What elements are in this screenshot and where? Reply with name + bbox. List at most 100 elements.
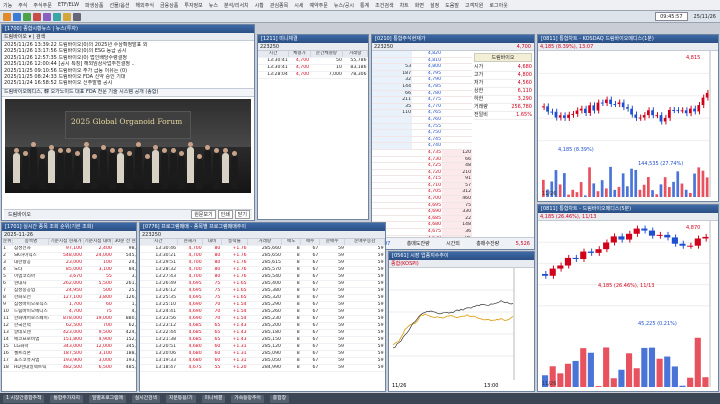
bid-row[interactable]: 4,705 312 xyxy=(372,188,472,197)
program-code[interactable]: 223250 xyxy=(142,232,161,238)
news-row[interactable]: 2025/11/24 16:58:52 드림바이오 신주발행 공시 xyxy=(4,80,252,86)
mini-exec-title[interactable]: [1211] 미니체결 xyxy=(258,35,368,43)
market-trend-chart[interactable]: 11/26 13:00 xyxy=(389,268,534,390)
menu-item[interactable]: 도움말 xyxy=(445,2,459,9)
menu-item[interactable]: 기능 xyxy=(3,2,12,9)
ranking-date[interactable]: 2025-11-26 xyxy=(4,232,33,238)
rank-row[interactable]: 17포스코퓨처엠193,9003,000193,5001.57 xyxy=(2,357,136,365)
program-row[interactable]: 13:18:47 4,675 55 +1.20 284,990 8 67 59 59 xyxy=(140,364,385,372)
rank-row[interactable]: 10드림바이오메디스4,700754,6901.65 xyxy=(2,308,136,316)
taskbar-item[interactable]: 일별프로그램매 xyxy=(88,394,126,403)
ask-row[interactable]: 4,740 xyxy=(372,142,472,150)
program-row[interactable]: 13:30:46 4,700 80 +1.76 285,660 8 67 59 59 xyxy=(140,245,385,253)
taskbar-item[interactable]: 미니체결 xyxy=(201,394,226,403)
rank-row[interactable]: 6현대차262,0005,500261,0002.14 xyxy=(2,280,136,288)
program-row[interactable]: 13:23:12 4,685 65 +1.43 285,200 8 67 59 59 xyxy=(140,322,385,330)
menu-item[interactable]: 설정 xyxy=(430,2,439,9)
candle-chart-1min[interactable]: 4,815 4,185 (8.39%) 144,535 (27.74%) 11/26 xyxy=(538,51,718,199)
chart-icon[interactable] xyxy=(13,12,21,21)
rank-row[interactable]: 2SK하이닉스548,00024,000545,0004.39 xyxy=(2,252,136,260)
menu-item[interactable]: ETF/ELW xyxy=(58,2,79,8)
chart-1min-title[interactable]: [0811] 통합차트 - KOSDAQ 드림바이오메디스(1분) xyxy=(538,35,718,43)
order-icon[interactable] xyxy=(23,12,31,21)
menu-item[interactable]: 뉴스/공시 xyxy=(334,2,354,9)
close-button[interactable]: 닫기 xyxy=(234,210,250,219)
program-row[interactable]: 13:22:44 4,685 65 +1.43 285,180 8 67 59 59 xyxy=(140,329,385,337)
menu-item[interactable]: 시세 xyxy=(294,2,303,9)
rank-row[interactable]: 9삼성바이오로직스1,700601,7203.65 xyxy=(2,301,136,309)
menu-item[interactable]: 예약주문 xyxy=(309,2,327,9)
menu-item[interactable]: 뉴스 xyxy=(209,2,218,9)
ask-row[interactable]: 211 4,775 xyxy=(372,96,472,104)
menu-item[interactable]: 주식주문 xyxy=(33,2,51,9)
ranking-title[interactable]: [1701] 실시간 종목 조회 순위(기본 조회) xyxy=(2,223,136,231)
ask-row[interactable]: 35 4,770 xyxy=(372,103,472,111)
bid-row[interactable]: 4,680 148 xyxy=(372,221,472,230)
rank-row[interactable]: 4노타85,0003,10084,8003.78 xyxy=(2,266,136,274)
program-row[interactable]: 13:29:51 4,700 80 +1.76 285,615 8 67 59 59 xyxy=(140,259,385,267)
rank-row[interactable]: 13알테오젠423,0009,500424,5002.29 xyxy=(2,329,136,337)
bid-row[interactable]: 4,725 48 xyxy=(372,162,472,170)
bid-row[interactable]: 4,675 36 xyxy=(372,228,472,236)
ask-row[interactable]: 53 4,800 xyxy=(372,63,472,71)
candle-chart-5min[interactable]: 4,870 4,185 (26.46%), 11/13 45,225 (0.21%)… xyxy=(538,221,718,389)
exec-row[interactable]: 13:30:41 4,700 10 83,186 xyxy=(258,64,368,72)
program-row[interactable]: 13:30:21 4,700 80 +1.76 285,650 8 67 59 59 xyxy=(140,252,385,260)
menu-item[interactable]: 분석/리서치 xyxy=(224,2,249,9)
news-icon[interactable] xyxy=(33,12,41,21)
taskbar-item[interactable]: 지분등용/기 xyxy=(165,394,196,403)
menu-item[interactable]: 선물/옵션 xyxy=(109,2,129,9)
program-row[interactable]: 13:23:56 4,690 70 +1.54 285,230 8 67 59 59 xyxy=(140,315,385,323)
exec-row[interactable]: 13:28:04 4,700 7,000 78,306 xyxy=(258,71,368,79)
bid-row[interactable]: 4,695 75 xyxy=(372,202,472,210)
bid-row[interactable]: 4,690 330 xyxy=(372,208,472,216)
chart-5min-title[interactable]: [0811] 통합차트 - 드림바이오메디스(5분) xyxy=(538,205,718,213)
rank-row[interactable]: 3대한항공23,00010024,0000.43 xyxy=(2,259,136,267)
menu-item[interactable]: 차트 xyxy=(400,2,409,9)
ask-row[interactable]: 32 4,790 xyxy=(372,76,472,84)
bid-row[interactable]: 4,715 91 xyxy=(372,175,472,183)
rank-row[interactable]: 1삼성전자97,1002,40098,0002.54 xyxy=(2,245,136,253)
menu-item[interactable]: 로그아웃 xyxy=(489,2,507,9)
program-row[interactable]: 13:25:35 4,695 75 +1.65 285,320 8 67 59 59 xyxy=(140,294,385,302)
bid-row[interactable]: 4,700 460 xyxy=(372,195,472,203)
settings-icon[interactable] xyxy=(63,12,71,21)
rank-row[interactable]: 8한화오션127,1003,800126,9003.08 xyxy=(2,294,136,302)
bid-row[interactable]: 4,730 66 xyxy=(372,156,472,164)
taskbar-item[interactable]: 가속동망추이 xyxy=(231,394,264,403)
menu-item[interactable]: 고객지원 xyxy=(465,2,483,9)
stock-code-input[interactable]: 223250 xyxy=(260,44,279,50)
ask-row[interactable]: 4,810 xyxy=(372,57,472,65)
program-row[interactable]: 13:26:12 4,695 75 +1.65 285,380 8 67 59 59 xyxy=(140,287,385,295)
rank-row[interactable]: 12한국전력62,50070062,6001.13 xyxy=(2,322,136,330)
taskbar-item[interactable]: 실시간검색 xyxy=(131,394,160,403)
ask-row[interactable]: 4,760 xyxy=(372,116,472,124)
menu-item[interactable]: 통계 xyxy=(360,2,369,9)
rank-row[interactable]: 16셀트리온187,5003,100188,0001.68 xyxy=(2,350,136,358)
taskbar-item[interactable]: 통합주가자지 xyxy=(50,394,83,403)
program-row[interactable]: 13:20:06 4,680 60 +1.31 285,090 8 67 59 59 xyxy=(140,350,385,358)
program-row[interactable]: 13:20:51 4,680 60 +1.31 285,120 8 67 59 59 xyxy=(140,343,385,351)
menu-item[interactable]: 파생상품 xyxy=(85,2,103,9)
menu-item[interactable]: 시황 xyxy=(255,2,264,9)
menu-item[interactable]: 관심종목 xyxy=(270,2,288,9)
news-title-bar[interactable]: [1700] 종합시황뉴스 | 뉴스(투자) xyxy=(2,25,254,33)
bid-row[interactable]: 4,720 210 xyxy=(372,169,472,177)
rank-row[interactable]: 7삼성중공업24,95050025,1002.04 xyxy=(2,287,136,295)
print-button[interactable]: 인쇄 xyxy=(217,210,233,219)
ask-row[interactable]: 4,750 xyxy=(372,129,472,137)
menu-item[interactable]: 해외주식 xyxy=(136,2,154,9)
rank-row[interactable]: 5이엠코리아3,670553,6801.52 xyxy=(2,273,136,281)
program-row[interactable]: 13:21:38 4,685 65 +1.43 285,150 8 67 59 59 xyxy=(140,336,385,344)
rank-row[interactable]: 11한화에어로스페이스878,00019,000880,0002.21 xyxy=(2,315,136,323)
rank-row[interactable]: 15LG화학343,00012,000345,0003.63 xyxy=(2,343,136,351)
ask-row[interactable]: 66 4,780 xyxy=(372,90,472,98)
view-original-button[interactable]: 원문보기 xyxy=(191,210,216,219)
program-title[interactable]: [0776] 프로그램매매 - 종목별 프로그램매매추이 xyxy=(140,223,385,231)
menu-item[interactable]: 화면 xyxy=(415,2,424,9)
orderbook-code[interactable]: 223250 xyxy=(374,43,393,50)
menu-item[interactable]: 금융상품 xyxy=(160,2,178,9)
ask-row[interactable]: 110 4,765 xyxy=(372,109,472,117)
menu-item[interactable]: 투자정보 xyxy=(184,2,202,9)
menu-item[interactable]: 주식 xyxy=(18,2,27,9)
